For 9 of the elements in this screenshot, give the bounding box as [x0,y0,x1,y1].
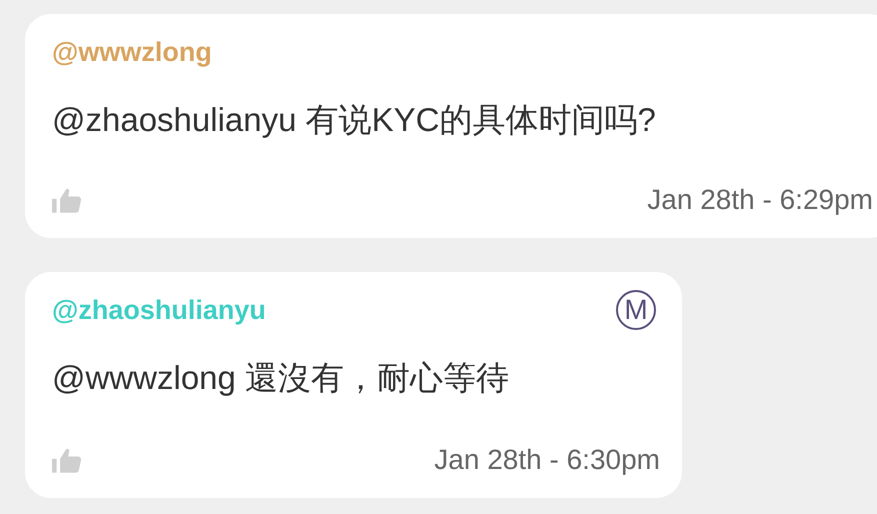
username[interactable]: @zhaoshulianyu [52,294,266,326]
message-text: @zhaoshulianyu 有说KYC的具体时间吗? [52,100,657,140]
timestamp: Jan 28th - 6:29pm [647,184,873,216]
moderator-badge: M [616,290,656,330]
username[interactable]: @wwwzlong [52,36,212,68]
thumbs-up-icon[interactable] [52,186,82,214]
thumbs-up-icon[interactable] [52,446,82,474]
message-text: @wwwzlong 還沒有，耐心等待 [52,358,510,398]
timestamp: Jan 28th - 6:30pm [434,444,660,476]
